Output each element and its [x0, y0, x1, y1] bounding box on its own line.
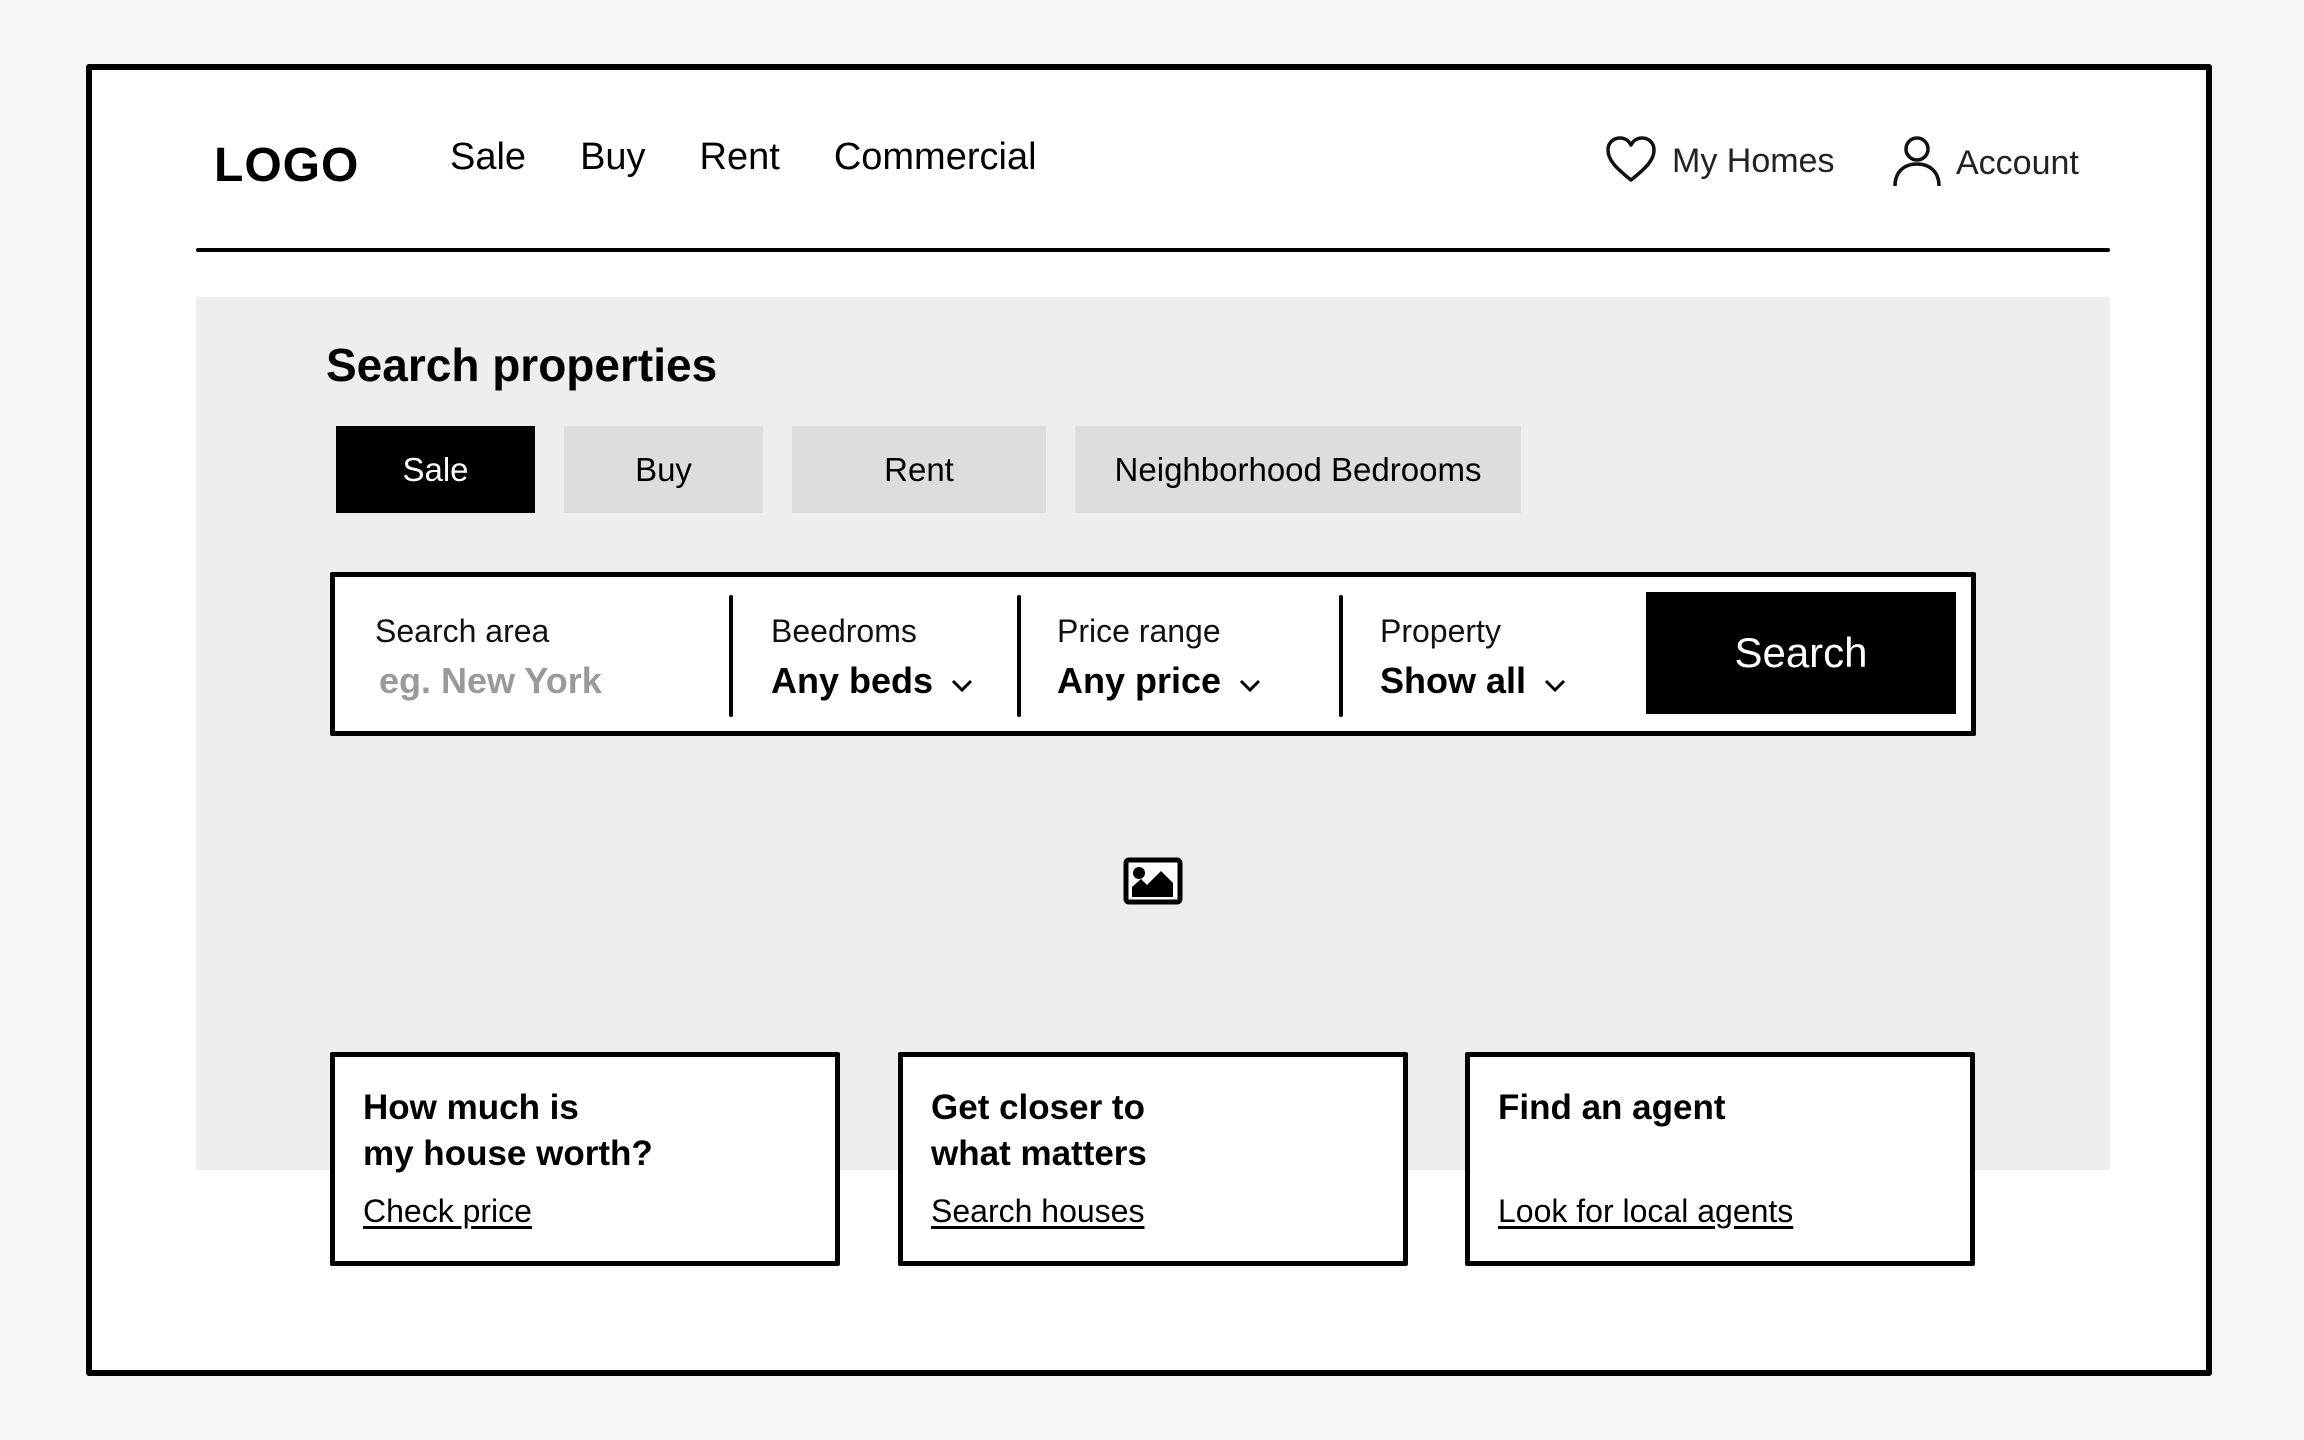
nav-commercial[interactable]: Commercial	[834, 136, 1037, 179]
property-dropdown[interactable]: Show all	[1380, 660, 1566, 702]
nav-sale[interactable]: Sale	[450, 136, 526, 179]
price-range-field: Price range Any price	[1057, 613, 1261, 702]
chevron-down-icon	[1544, 660, 1566, 702]
heart-icon	[1604, 134, 1658, 189]
search-houses-link[interactable]: Search houses	[931, 1193, 1144, 1230]
promo-card-closer: Get closer to what matters Search houses	[898, 1052, 1408, 1266]
price-range-dropdown[interactable]: Any price	[1057, 660, 1261, 702]
header-divider	[196, 248, 2110, 252]
card-title: Get closer to what matters	[931, 1088, 1147, 1173]
search-bar: Search area Beedroms Any beds Price rang…	[330, 572, 1976, 736]
bedrooms-dropdown[interactable]: Any beds	[771, 660, 973, 702]
property-label: Property	[1380, 613, 1501, 649]
price-range-value: Any price	[1057, 660, 1222, 701]
search-button[interactable]: Search	[1646, 592, 1956, 714]
field-divider	[1017, 595, 1021, 717]
my-homes-link[interactable]: My Homes	[1604, 134, 1834, 189]
property-field: Property Show all	[1380, 613, 1566, 702]
property-value: Show all	[1380, 660, 1527, 701]
tab-rent[interactable]: Rent	[792, 426, 1046, 513]
chevron-down-icon	[951, 660, 973, 702]
account-link[interactable]: Account	[1892, 134, 2079, 193]
image-icon	[1123, 857, 1183, 910]
page-title: Search properties	[326, 339, 718, 391]
search-area-label: Search area	[375, 613, 550, 649]
card-title: How much is my house worth?	[363, 1088, 653, 1173]
promo-card-house-worth: How much is my house worth? Check price	[330, 1052, 840, 1266]
nav-rent[interactable]: Rent	[700, 136, 780, 179]
listing-type-tabs: Sale Buy Rent Neighborhood Bedrooms	[336, 426, 1521, 513]
price-range-label: Price range	[1057, 613, 1221, 649]
main-nav: Sale Buy Rent Commercial	[450, 136, 1037, 179]
nav-buy[interactable]: Buy	[580, 136, 645, 179]
promo-card-agent: Find an agent Look for local agents	[1465, 1052, 1975, 1266]
field-divider	[729, 595, 733, 717]
check-price-link[interactable]: Check price	[363, 1193, 532, 1230]
user-icon	[1892, 134, 1942, 193]
search-area-input[interactable]	[375, 660, 719, 702]
my-homes-label: My Homes	[1672, 142, 1835, 180]
card-title: Find an agent	[1498, 1088, 1726, 1127]
bedrooms-value: Any beds	[771, 660, 934, 701]
bedrooms-field: Beedroms Any beds	[771, 613, 973, 702]
chevron-down-icon	[1239, 660, 1261, 702]
search-area-field: Search area	[375, 613, 719, 702]
local-agents-link[interactable]: Look for local agents	[1498, 1193, 1793, 1230]
tab-neighborhood-bedrooms[interactable]: Neighborhood Bedrooms	[1075, 426, 1521, 513]
logo[interactable]: LOGO	[214, 138, 359, 193]
field-divider	[1339, 595, 1343, 717]
account-label: Account	[1956, 144, 2079, 182]
tab-buy[interactable]: Buy	[564, 426, 763, 513]
bedrooms-label: Beedroms	[771, 613, 917, 649]
tab-sale[interactable]: Sale	[336, 426, 535, 513]
